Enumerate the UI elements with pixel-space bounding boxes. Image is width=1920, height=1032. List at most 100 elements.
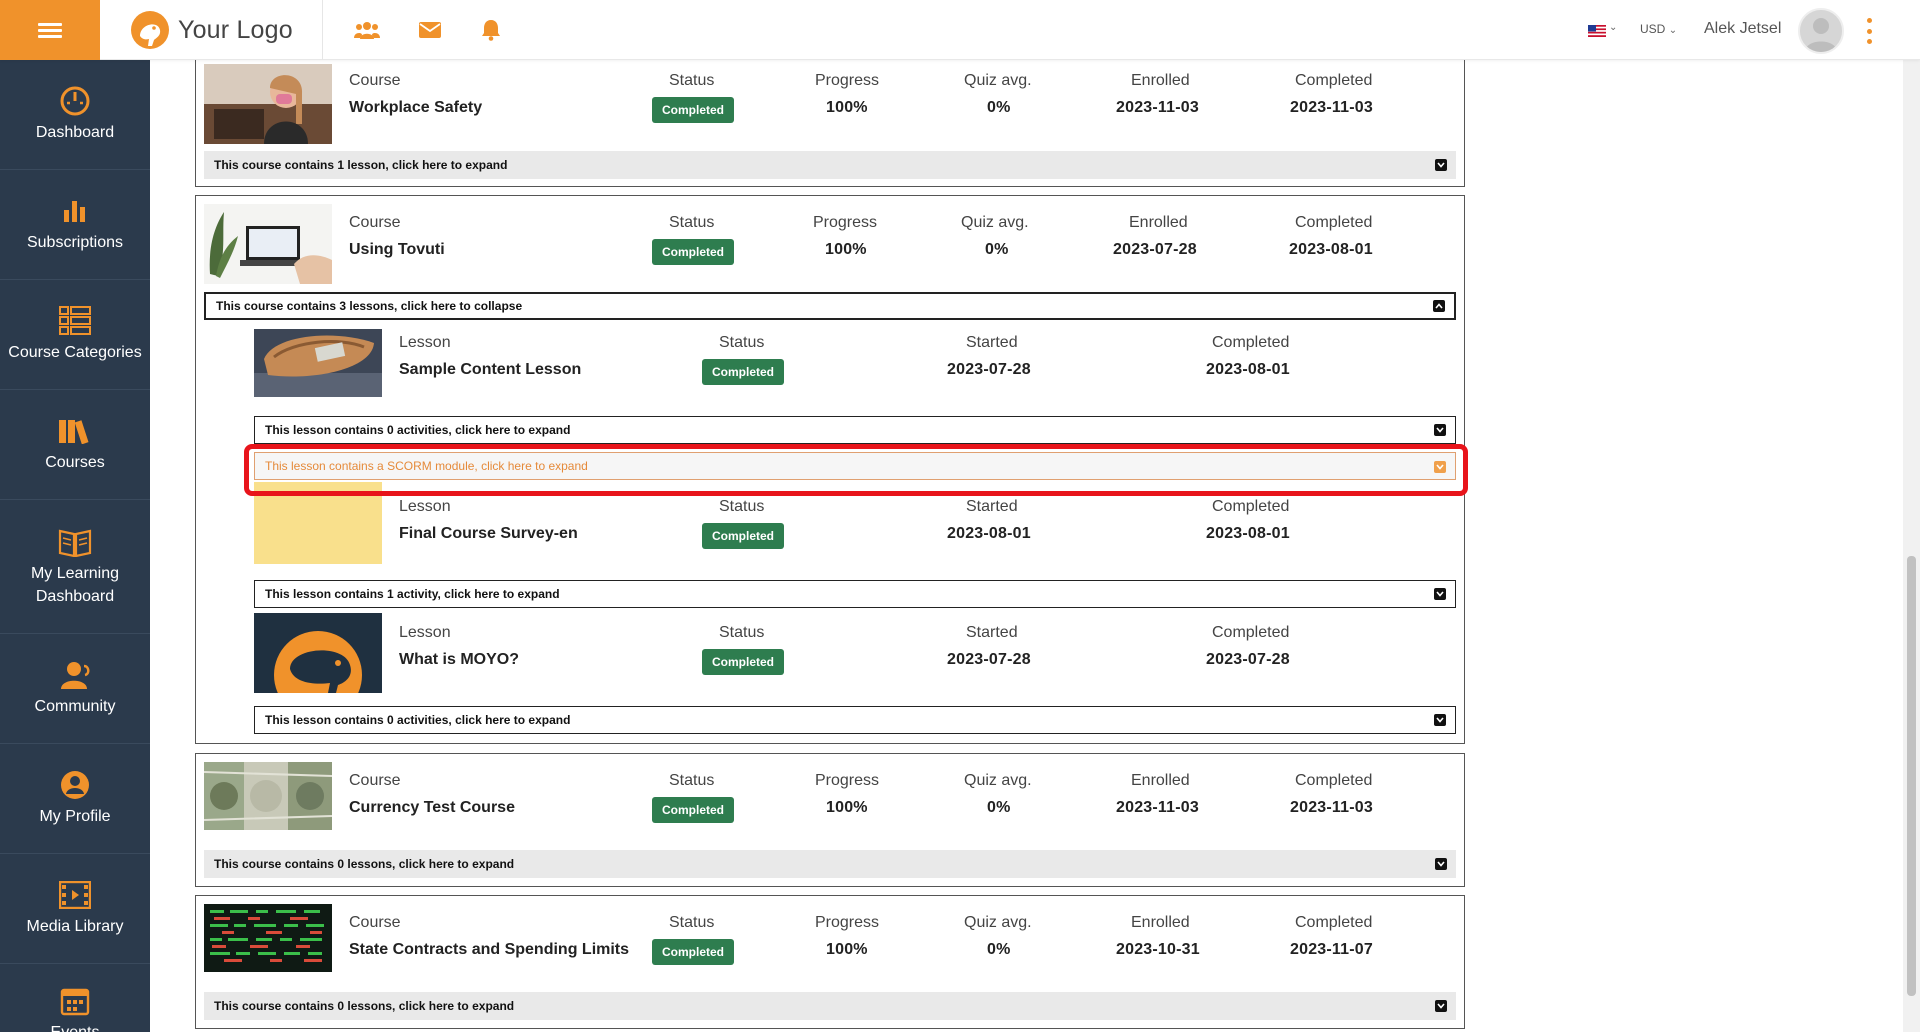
started-label: Started — [966, 498, 1018, 515]
expand-text: This lesson contains 0 activities, click… — [265, 713, 571, 727]
lesson-label: Lesson — [399, 624, 451, 641]
main-content: Course Workplace Safety Status Completed… — [150, 60, 1903, 1032]
quiz-avg-label: Quiz avg. — [964, 914, 1032, 931]
language-selector[interactable]: ⌄ — [1588, 22, 1620, 37]
sidebar-item-label: My Profile — [39, 808, 111, 826]
enrolled-label: Enrolled — [1129, 214, 1188, 231]
lesson-name[interactable]: What is MOYO? — [399, 651, 519, 669]
started-label: Started — [966, 624, 1018, 641]
completed-label: Completed — [1295, 214, 1373, 231]
enrolled-value: 2023-11-03 — [1116, 799, 1199, 816]
expand-text: This course contains 0 lessons, click he… — [214, 999, 515, 1013]
completed-value: 2023-11-07 — [1290, 941, 1373, 958]
sidebar-item-subscriptions[interactable]: Subscriptions — [0, 170, 150, 280]
community-nav-button[interactable] — [354, 17, 380, 43]
open-book-icon — [58, 525, 92, 559]
expand-text: This lesson contains 1 activity, click h… — [265, 587, 560, 601]
community-icon — [58, 658, 92, 692]
enrolled-value: 2023-10-31 — [1116, 941, 1200, 958]
completed-label: Completed — [1295, 772, 1373, 789]
lesson-expand-bar[interactable]: This lesson contains 0 activities, click… — [254, 416, 1456, 444]
sidebar-item-courses[interactable]: Courses — [0, 390, 150, 500]
progress-value: 100% — [826, 941, 868, 958]
completed-value: 2023-07-28 — [1206, 651, 1290, 668]
logo-text: Your Logo — [178, 15, 293, 44]
started-value: 2023-08-01 — [947, 525, 1031, 542]
user-name[interactable]: Alek Jetsel — [1704, 20, 1781, 38]
progress-value: 100% — [826, 99, 868, 116]
enrolled-value: 2023-11-03 — [1116, 99, 1199, 116]
avatar[interactable] — [1798, 8, 1844, 54]
sidebar-item-events[interactable]: Events — [0, 964, 150, 1032]
lesson-thumbnail — [254, 613, 382, 693]
expand-text: This course contains 0 lessons, click he… — [214, 857, 515, 871]
status-label: Status — [669, 772, 715, 789]
course-collapse-bar[interactable]: This course contains 3 lessons, click he… — [204, 292, 1456, 320]
course-name[interactable]: State Contracts and Spending Limits — [349, 941, 629, 959]
sidebar-item-my-profile[interactable]: My Profile — [0, 744, 150, 854]
chevron-up-icon — [1433, 300, 1445, 312]
chevron-down-icon — [1435, 1000, 1447, 1012]
notifications-button[interactable] — [478, 17, 504, 43]
sidebar-item-my-learning-dashboard[interactable]: My Learning Dashboard — [0, 500, 150, 634]
gauge-icon — [58, 84, 92, 118]
bar-chart-icon — [58, 194, 92, 228]
more-options-button[interactable] — [1864, 18, 1874, 44]
course-name[interactable]: Using Tovuti — [349, 241, 445, 259]
sidebar-item-label: Media Library — [26, 918, 124, 936]
course-expand-bar[interactable]: This course contains 0 lessons, click he… — [204, 992, 1456, 1020]
expand-text: This course contains 3 lessons, click he… — [216, 299, 523, 313]
sidebar-item-dashboard[interactable]: Dashboard — [0, 60, 150, 170]
lesson-thumbnail — [254, 329, 382, 409]
status-badge: Completed — [652, 239, 734, 265]
chevron-down-icon — [1435, 858, 1447, 870]
status-label: Status — [669, 914, 715, 931]
sidebar-item-label: Events — [51, 1022, 100, 1032]
lesson-expand-bar[interactable]: This lesson contains 1 activity, click h… — [254, 580, 1456, 608]
chevron-down-icon: ⌄ — [1609, 22, 1618, 33]
lesson-name[interactable]: Final Course Survey-en — [399, 525, 578, 543]
progress-value: 100% — [825, 241, 867, 258]
chevron-down-icon — [1435, 159, 1447, 171]
currency-selector[interactable]: USD ⌄ — [1640, 22, 1677, 36]
started-value: 2023-07-28 — [947, 361, 1031, 378]
sidebar-item-community[interactable]: Community — [0, 634, 150, 744]
completed-label: Completed — [1212, 624, 1290, 641]
course-name[interactable]: Currency Test Course — [349, 799, 515, 817]
status-label: Status — [719, 498, 765, 515]
enrolled-label: Enrolled — [1131, 72, 1190, 89]
header-divider — [322, 0, 323, 60]
status-badge: Completed — [652, 797, 734, 823]
status-badge: Completed — [702, 649, 784, 675]
lesson-label: Lesson — [399, 334, 451, 351]
us-flag-icon — [1588, 25, 1606, 37]
lesson-name[interactable]: Sample Content Lesson — [399, 361, 581, 379]
course-expand-bar[interactable]: This course contains 0 lessons, click he… — [204, 850, 1456, 878]
completed-label: Completed — [1212, 498, 1290, 515]
sidebar-item-course-categories[interactable]: Course Categories — [0, 280, 150, 390]
menu-toggle-button[interactable] — [0, 0, 100, 60]
completed-label: Completed — [1295, 72, 1373, 89]
default-avatar-icon — [1800, 10, 1842, 52]
page-scrollbar[interactable] — [1903, 60, 1920, 1032]
logo[interactable]: Your Logo — [130, 10, 293, 50]
sidebar: Dashboard Subscriptions Course Categorie… — [0, 60, 150, 1032]
lesson-expand-bar[interactable]: This lesson contains 0 activities, click… — [254, 706, 1456, 734]
enrolled-value: 2023-07-28 — [1113, 241, 1197, 258]
film-icon — [58, 878, 92, 912]
progress-value: 100% — [826, 799, 868, 816]
course-thumbnail — [204, 904, 332, 984]
course-label: Course — [349, 72, 401, 89]
quiz-avg-value: 0% — [987, 941, 1011, 958]
enrolled-label: Enrolled — [1131, 914, 1190, 931]
scrollbar-thumb[interactable] — [1907, 556, 1916, 996]
messages-button[interactable] — [417, 17, 443, 43]
sidebar-item-media-library[interactable]: Media Library — [0, 854, 150, 964]
course-label: Course — [349, 214, 401, 231]
quiz-avg-value: 0% — [987, 799, 1011, 816]
chevron-down-icon: ⌄ — [1668, 25, 1678, 36]
course-expand-bar[interactable]: This course contains 1 lesson, click her… — [204, 151, 1456, 179]
top-bar: Your Logo ⌄ USD ⌄ Alek Jetsel — [0, 0, 1920, 60]
status-label: Status — [669, 72, 715, 89]
course-name[interactable]: Workplace Safety — [349, 99, 482, 117]
